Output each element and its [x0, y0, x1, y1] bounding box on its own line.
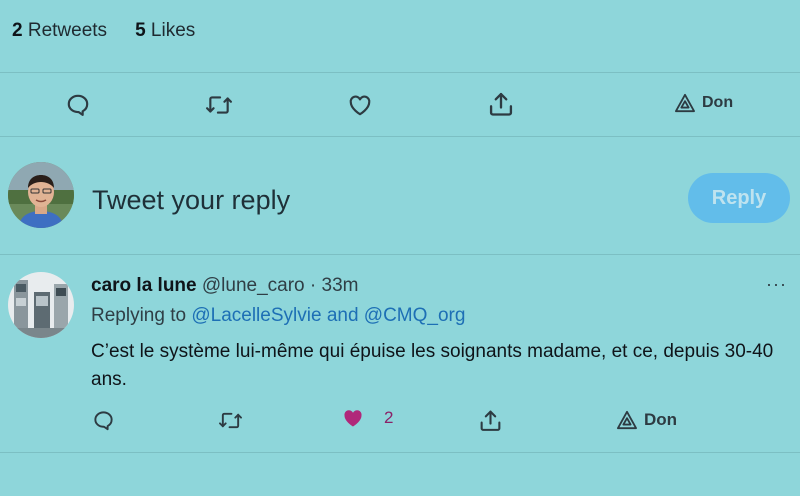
retweets-stat[interactable]: 2 Retweets — [12, 20, 107, 42]
divider — [0, 136, 800, 137]
retweet-button[interactable] — [214, 405, 246, 435]
author-name[interactable]: caro la lune — [91, 275, 197, 296]
avatar — [8, 162, 74, 228]
tweet-text: C’est le système lui-même qui épuise les… — [91, 341, 774, 390]
likes-label: Likes — [150, 20, 196, 41]
mention-lacellesylvie[interactable]: @LacelleSylvie — [191, 305, 321, 326]
retweet-icon — [218, 412, 242, 428]
like-button[interactable]: 2 — [340, 406, 393, 430]
author-handle[interactable]: @lune_caro — [202, 275, 305, 296]
tweet-time[interactable]: 33m — [322, 275, 359, 296]
don-label: Don — [702, 94, 734, 111]
tweet-header: caro la lune @lune_caro · 33m — [91, 275, 359, 297]
replying-prefix: Replying to — [91, 305, 187, 326]
triangle-icon — [617, 410, 637, 430]
more-options-icon[interactable]: ··· — [766, 274, 787, 295]
reply-button[interactable] — [88, 405, 118, 435]
likes-count: 5 — [135, 20, 146, 41]
divider — [0, 72, 800, 73]
reply-submit-button[interactable]: Reply — [688, 173, 790, 223]
replying-to: Replying to @LacelleSylvie and @CMQ_org — [91, 305, 465, 327]
heart-icon — [349, 95, 371, 116]
triangle-icon — [675, 93, 695, 113]
replying-and: and — [326, 305, 359, 326]
mention-cmq-org[interactable]: @CMQ_org — [364, 305, 466, 326]
separator-dot: · — [309, 275, 317, 296]
retweets-label: Retweets — [27, 20, 108, 41]
comment-icon — [67, 94, 89, 116]
share-icon — [480, 410, 500, 431]
divider — [0, 254, 800, 255]
tweet-stats: 2 Retweets 5 Likes — [12, 20, 195, 42]
avatar[interactable] — [8, 272, 74, 338]
heart-filled-icon — [344, 410, 362, 427]
share-button[interactable] — [483, 86, 519, 122]
don-label: Don — [644, 410, 678, 429]
like-count: 2 — [384, 408, 394, 427]
likes-stat[interactable]: 5 Likes — [135, 20, 195, 42]
don-button[interactable]: Don — [674, 93, 733, 113]
reply-button[interactable] — [60, 87, 96, 123]
divider — [0, 452, 800, 453]
like-button[interactable] — [342, 87, 378, 123]
share-icon — [489, 92, 513, 116]
reply-input[interactable] — [92, 180, 532, 220]
comment-icon — [93, 410, 113, 430]
retweet-button[interactable] — [201, 87, 237, 123]
share-button[interactable] — [474, 404, 506, 436]
don-button[interactable]: Don — [616, 410, 677, 430]
retweet-icon — [205, 96, 232, 114]
retweets-count: 2 — [12, 20, 23, 41]
